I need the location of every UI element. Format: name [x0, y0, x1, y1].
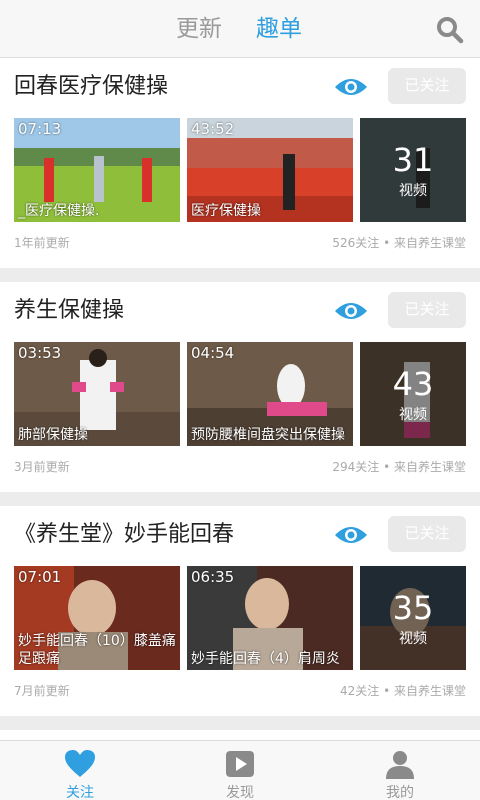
video-duration: 04:54	[191, 344, 235, 362]
tab-updates[interactable]: 更新	[176, 14, 222, 44]
update-time: 3月前更新	[14, 460, 70, 474]
nav-discover[interactable]: 发现	[160, 741, 320, 800]
video-count-label: 视频	[399, 631, 427, 647]
video-caption: 肺部保健操	[18, 427, 88, 443]
update-time: 1年前更新	[14, 236, 70, 250]
video-count-label: 视频	[399, 407, 427, 423]
eye-icon	[335, 527, 367, 543]
nav-label: 关注	[66, 785, 94, 800]
video-thumbnail[interactable]: 03:53 肺部保健操	[14, 342, 180, 446]
video-duration: 07:01	[18, 568, 62, 586]
search-icon[interactable]	[436, 16, 464, 44]
follow-stats: 526关注 • 来自养生课堂	[332, 236, 466, 250]
card-title: 《养生堂》妙手能回春	[14, 522, 235, 547]
video-duration: 06:35	[191, 568, 235, 586]
video-thumbnail[interactable]: 07:13 _医疗保健操.	[14, 118, 180, 222]
video-duration: 07:13	[18, 120, 62, 138]
tab-lists[interactable]: 趣单	[256, 14, 302, 44]
video-duration: 03:53	[18, 344, 62, 362]
video-caption: _医疗保健操.	[18, 203, 100, 219]
eye-icon	[335, 303, 367, 319]
followed-button[interactable]: 已关注	[388, 68, 466, 104]
user-icon	[386, 751, 414, 779]
follow-stats: 294关注 • 来自养生课堂	[332, 460, 466, 474]
video-thumbnail[interactable]: 43:52 医疗保健操	[187, 118, 353, 222]
nav-follow[interactable]: 关注	[0, 741, 160, 800]
video-count-tile[interactable]: 43 视频	[360, 342, 466, 446]
update-time: 7月前更新	[14, 684, 70, 698]
video-count-tile[interactable]: 35 视频	[360, 566, 466, 670]
video-duration: 43:52	[191, 120, 235, 138]
video-caption: 医疗保健操	[191, 203, 261, 219]
card-title: 回春医疗保健操	[14, 74, 169, 99]
list-card[interactable]: 回春医疗保健操 已关注 07:13 _医疗保健操. 43:52 医疗保健操 31…	[0, 58, 480, 268]
bottom-nav: 关注 发现 我的	[0, 740, 480, 800]
list-card[interactable]: 养生保健操 已关注 03:53 肺部保健操 04:54 预防腰椎间盘突出保健操	[0, 282, 480, 492]
video-thumbnail[interactable]: 07:01 妙手能回春（10）膝盖痛足跟痛	[14, 566, 180, 670]
heart-icon	[65, 750, 95, 777]
video-thumbnail[interactable]: 04:54 预防腰椎间盘突出保健操	[187, 342, 353, 446]
eye-icon	[335, 79, 367, 95]
video-thumbnail[interactable]: 06:35 妙手能回春（4）肩周炎	[187, 566, 353, 670]
follow-stats: 42关注 • 来自养生课堂	[340, 684, 466, 698]
video-count: 43	[392, 365, 434, 403]
video-count-label: 视频	[399, 183, 427, 199]
video-count: 31	[392, 141, 434, 179]
video-caption: 妙手能回春（10）膝盖痛足跟痛	[18, 633, 176, 667]
nav-me[interactable]: 我的	[320, 741, 480, 800]
video-caption: 妙手能回春（4）肩周炎	[191, 651, 340, 667]
top-bar: 更新 趣单	[0, 0, 480, 58]
video-count-tile[interactable]: 31 视频	[360, 118, 466, 222]
video-caption: 预防腰椎间盘突出保健操	[191, 427, 345, 443]
nav-label: 我的	[386, 785, 414, 800]
nav-label: 发现	[226, 785, 254, 800]
list-card[interactable]: 《养生堂》妙手能回春 已关注 07:01 妙手能回春（10）膝盖痛足跟痛 06:…	[0, 506, 480, 716]
followed-button[interactable]: 已关注	[388, 516, 466, 552]
play-icon	[226, 751, 254, 777]
video-count: 35	[392, 589, 434, 627]
followed-button[interactable]: 已关注	[388, 292, 466, 328]
list-card[interactable]	[0, 730, 480, 740]
card-title: 养生保健操	[14, 298, 125, 323]
